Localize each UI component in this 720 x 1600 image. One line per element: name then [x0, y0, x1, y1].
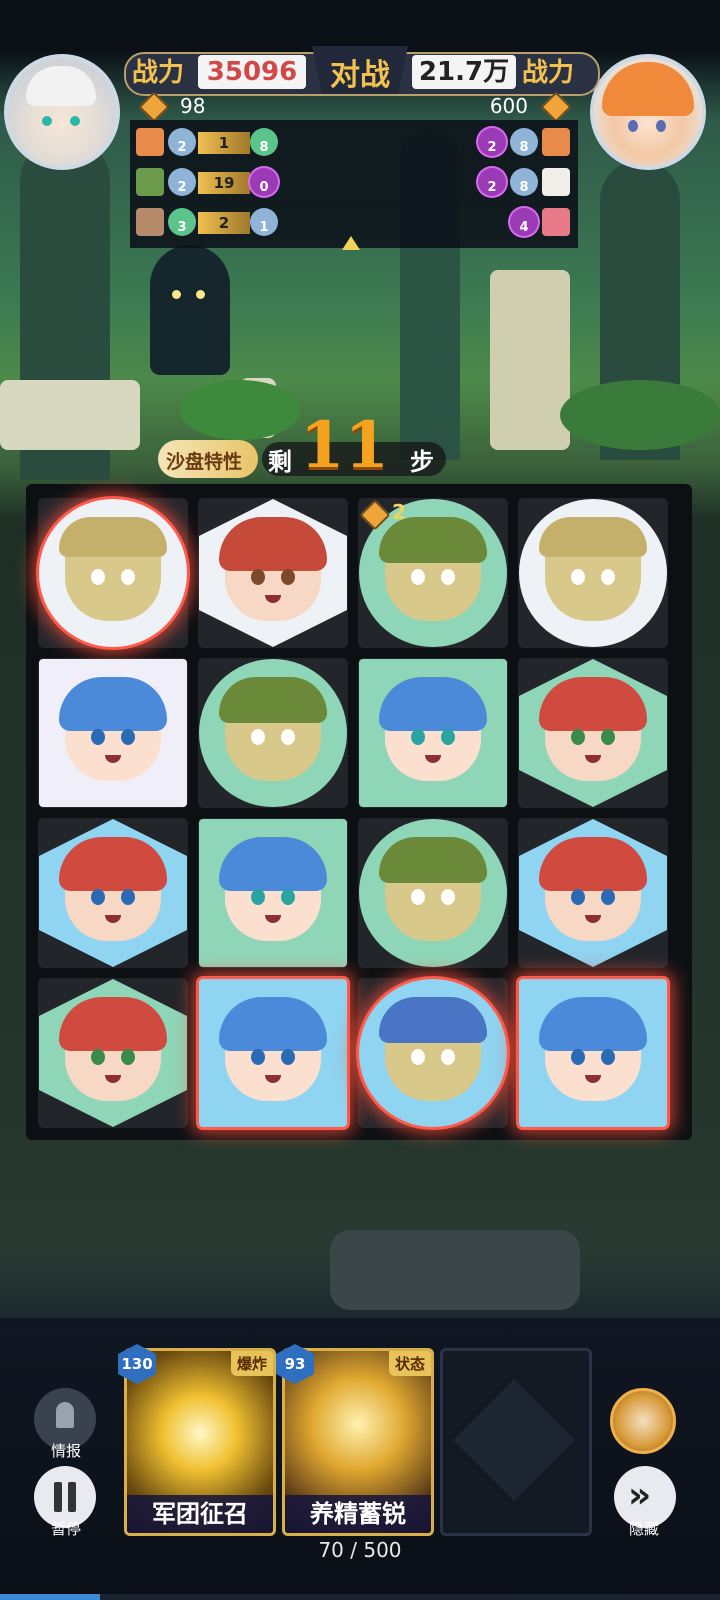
stat-ball: 8 [510, 168, 538, 196]
redhair-face [219, 517, 327, 621]
tile-beast-unit[interactable] [519, 499, 667, 647]
redhair-face [539, 677, 647, 781]
shadow-creature [150, 245, 230, 375]
unit-portrait [542, 128, 570, 156]
remaining-label: 剩 [268, 448, 292, 476]
unit-portrait [542, 168, 570, 196]
redhair-face [59, 997, 167, 1101]
stat-bar: 19 [198, 172, 250, 194]
steps-unit: 步 [410, 448, 434, 476]
tile-bluehair-unit[interactable] [39, 659, 187, 807]
unit-stats-panel: 2 1 8 2 19 0 3 2 1 2 8 2 8 4 [130, 120, 578, 248]
opponent-avatar[interactable] [590, 54, 706, 170]
tile-bluehair-unit[interactable] [519, 979, 667, 1127]
pause-icon [54, 1482, 62, 1512]
stat-ball: 4 [510, 208, 538, 236]
bluehair-face [219, 997, 327, 1101]
left-power-value: 35096 [206, 57, 298, 87]
unit-portrait [136, 168, 164, 196]
resource-counter: 70 / 500 [318, 1538, 402, 1562]
vs-label: 对战 [330, 58, 390, 93]
stat-ball: 8 [510, 128, 538, 156]
card-tag: 状态 [388, 1351, 431, 1376]
beast-face [539, 517, 647, 621]
bluehair-face [59, 677, 167, 781]
beast-face [59, 517, 167, 621]
unit-portrait [542, 208, 570, 236]
hide-label: 隐藏 [628, 1520, 659, 1538]
beast-face [379, 837, 487, 941]
bush [560, 380, 720, 450]
card-tag: 爆炸 [230, 1351, 273, 1376]
info-icon [56, 1402, 74, 1428]
ruin-stone [0, 380, 140, 450]
rock [330, 1230, 580, 1310]
bluehair-face [219, 837, 327, 941]
left-energy: 98 [180, 94, 206, 118]
progress-fill [0, 1594, 100, 1600]
double-chevron-right-icon: » [628, 1475, 652, 1516]
tile-bluehair-unit[interactable] [199, 819, 347, 967]
bluehair-face [539, 997, 647, 1101]
right-power-value: 21.7万 [418, 57, 510, 87]
stat-bar: 2 [198, 212, 250, 234]
game-board: 2 [26, 484, 692, 1140]
bush [180, 380, 300, 440]
tile-bluehair-unit[interactable] [359, 659, 507, 807]
right-power-label: 战力 [522, 58, 575, 88]
tile-beast-unit[interactable] [359, 819, 507, 967]
unit-portrait [136, 128, 164, 156]
stone-totem [490, 270, 570, 450]
beast-face [219, 677, 327, 781]
stat-ball: 2 [478, 128, 506, 156]
left-power-label: 战力 [132, 58, 185, 88]
stat-ball: 0 [250, 168, 278, 196]
tile-energy-badge: 2 [392, 500, 406, 524]
sandbox-feature-label: 沙盘特性 [166, 451, 243, 473]
stat-ball: 1 [250, 208, 278, 236]
beast-face [379, 517, 487, 621]
right-energy: 600 [489, 94, 528, 118]
progress-track [0, 1594, 720, 1600]
hero-portrait-button[interactable] [610, 1388, 676, 1454]
redhair-face [59, 837, 167, 941]
pause-label: 暂停 [50, 1520, 81, 1538]
card-name: 军团征召 [127, 1495, 273, 1533]
stat-bar: 1 [198, 132, 250, 154]
bluehair-face [379, 677, 487, 781]
empty-slot-emblem-icon [453, 1379, 575, 1501]
empty-card-slot[interactable] [440, 1348, 592, 1536]
redhair-face [539, 837, 647, 941]
tile-beast-unit[interactable] [359, 979, 507, 1127]
player-avatar[interactable] [4, 54, 120, 170]
tile-beast-unit[interactable] [199, 659, 347, 807]
steps-remaining: 11 [300, 408, 390, 483]
stat-ball: 2 [168, 168, 196, 196]
stat-ball: 2 [168, 128, 196, 156]
beast-face [379, 997, 487, 1101]
unit-portrait [136, 208, 164, 236]
stat-ball: 8 [250, 128, 278, 156]
triangle-marker-icon [342, 236, 360, 250]
tile-beast-unit[interactable] [39, 499, 187, 647]
stat-ball: 2 [478, 168, 506, 196]
tile-bluehair-unit[interactable] [199, 979, 347, 1127]
card-name: 养精蓄锐 [285, 1495, 431, 1533]
info-label: 情报 [50, 1442, 81, 1460]
stat-ball: 3 [168, 208, 196, 236]
